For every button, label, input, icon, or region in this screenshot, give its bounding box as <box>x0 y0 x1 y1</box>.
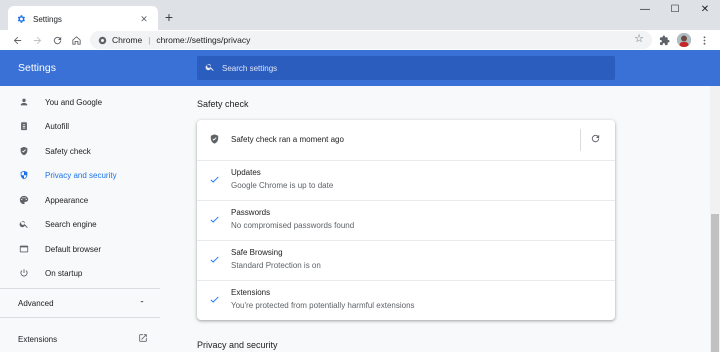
sidebar-item-label: Autofill <box>45 121 70 131</box>
address-bar[interactable]: Chrome | chrome://settings/privacy ☆ <box>90 31 652 49</box>
profile-avatar[interactable] <box>677 33 691 47</box>
safety-item-subtitle: Standard Protection is on <box>231 261 321 270</box>
tab-settings[interactable]: Settings ✕ <box>8 6 158 32</box>
bookmark-star-icon[interactable]: ☆ <box>634 34 644 45</box>
extensions-label: Extensions <box>18 334 58 344</box>
sidebar-item-label: Search engine <box>45 219 97 229</box>
sidebar-item-appearance[interactable]: Appearance <box>0 189 160 211</box>
checkmark-icon <box>209 294 220 307</box>
sidebar-item-label: Safety check <box>45 146 91 156</box>
safety-check-status: Safety check ran a moment ago <box>231 135 344 144</box>
minimize-button[interactable]: — <box>630 4 660 15</box>
checkmark-icon <box>209 174 220 187</box>
safety-item-subtitle: No compromised passwords found <box>231 221 355 230</box>
safety-item-title: Updates <box>231 168 261 177</box>
site-name: Chrome <box>112 35 143 45</box>
settings-header: Settings <box>0 50 720 86</box>
new-tab-button[interactable]: + <box>161 9 177 25</box>
checkmark-icon <box>209 254 220 267</box>
power-icon <box>18 268 29 279</box>
scrollbar-thumb[interactable] <box>711 214 719 352</box>
privacy-security-heading: Privacy and security <box>197 340 278 350</box>
clipboard-icon <box>18 121 29 132</box>
tab-close-icon[interactable]: ✕ <box>138 14 150 25</box>
sidebar-item-default-browser[interactable]: Default browser <box>0 238 160 260</box>
chrome-logo-icon <box>98 36 107 45</box>
sidebar-item-on-startup[interactable]: On startup <box>0 262 160 284</box>
sidebar-item-label: You and Google <box>45 97 103 107</box>
shield-half-icon <box>18 170 29 181</box>
forward-arrow-icon[interactable] <box>30 33 44 47</box>
shield-icon <box>18 146 29 157</box>
sidebar-item-label: Privacy and security <box>45 170 117 180</box>
reload-icon[interactable] <box>50 33 64 47</box>
palette-icon <box>18 195 29 206</box>
browser-toolbar: Chrome | chrome://settings/privacy ☆ <box>0 30 720 50</box>
search-icon <box>18 219 29 230</box>
sidebar-item-label: Appearance <box>45 195 89 205</box>
url-text[interactable]: chrome://settings/privacy <box>156 35 250 45</box>
safety-item-extensions: Extensions You're protected from potenti… <box>197 280 615 320</box>
page-title: Settings <box>18 62 56 74</box>
sidebar-item-privacy-and-security[interactable]: Privacy and security <box>0 164 160 186</box>
sidebar-divider <box>0 288 160 289</box>
extensions-puzzle-icon[interactable] <box>657 33 671 47</box>
sidebar-item-label: Default browser <box>45 244 102 254</box>
safety-item-subtitle: Google Chrome is up to date <box>231 181 334 190</box>
page-scrollbar[interactable] <box>710 86 720 352</box>
sidebar-item-you-and-google[interactable]: You and Google <box>0 91 160 113</box>
tab-strip: Settings ✕ + — ☐ ✕ <box>0 0 720 32</box>
vertical-divider <box>580 129 581 151</box>
sidebar-divider <box>0 317 160 318</box>
search-input[interactable] <box>222 63 602 73</box>
safety-item-title: Extensions <box>231 288 271 297</box>
search-box[interactable] <box>197 56 615 80</box>
search-icon <box>205 62 215 74</box>
sidebar-item-search-engine[interactable]: Search engine <box>0 213 160 235</box>
tab-title: Settings <box>33 14 62 24</box>
caret-down-icon <box>138 298 146 308</box>
safety-check-heading: Safety check <box>197 99 249 109</box>
safety-check-card: Safety check ran a moment ago Updates Go… <box>197 120 615 320</box>
home-icon[interactable] <box>69 33 83 47</box>
safety-item-safe-browsing: Safe Browsing Standard Protection is on <box>197 240 615 280</box>
sidebar-item-autofill[interactable]: Autofill <box>0 115 160 137</box>
safety-item-title: Passwords <box>231 208 271 217</box>
browser-window-icon <box>18 244 29 255</box>
settings-content: You and Google Autofill Safety check Pri… <box>0 86 720 352</box>
sidebar-item-extensions[interactable]: Extensions <box>18 333 148 345</box>
safety-item-title: Safe Browsing <box>231 248 283 257</box>
shield-icon <box>209 133 220 147</box>
back-arrow-icon[interactable] <box>10 33 24 47</box>
sidebar-advanced-toggle[interactable]: Advanced <box>18 298 146 308</box>
open-in-new-icon <box>138 333 148 345</box>
safety-item-subtitle: You're protected from potentially harmfu… <box>231 301 415 310</box>
safety-item-passwords: Passwords No compromised passwords found <box>197 200 615 240</box>
menu-kebab-icon[interactable] <box>697 33 711 47</box>
safety-item-updates: Updates Google Chrome is up to date <box>197 160 615 200</box>
advanced-label: Advanced <box>18 298 54 308</box>
sidebar-item-safety-check[interactable]: Safety check <box>0 140 160 162</box>
person-icon <box>18 97 29 108</box>
maximize-button[interactable]: ☐ <box>660 4 690 15</box>
settings-sidebar: You and Google Autofill Safety check Pri… <box>0 86 160 352</box>
refresh-icon[interactable] <box>590 133 602 145</box>
safety-check-status-row: Safety check ran a moment ago <box>197 120 615 160</box>
close-window-button[interactable]: ✕ <box>690 4 720 15</box>
url-separator: | <box>148 35 151 45</box>
sidebar-item-label: On startup <box>45 268 83 278</box>
checkmark-icon <box>209 214 220 227</box>
gear-icon <box>16 14 26 24</box>
